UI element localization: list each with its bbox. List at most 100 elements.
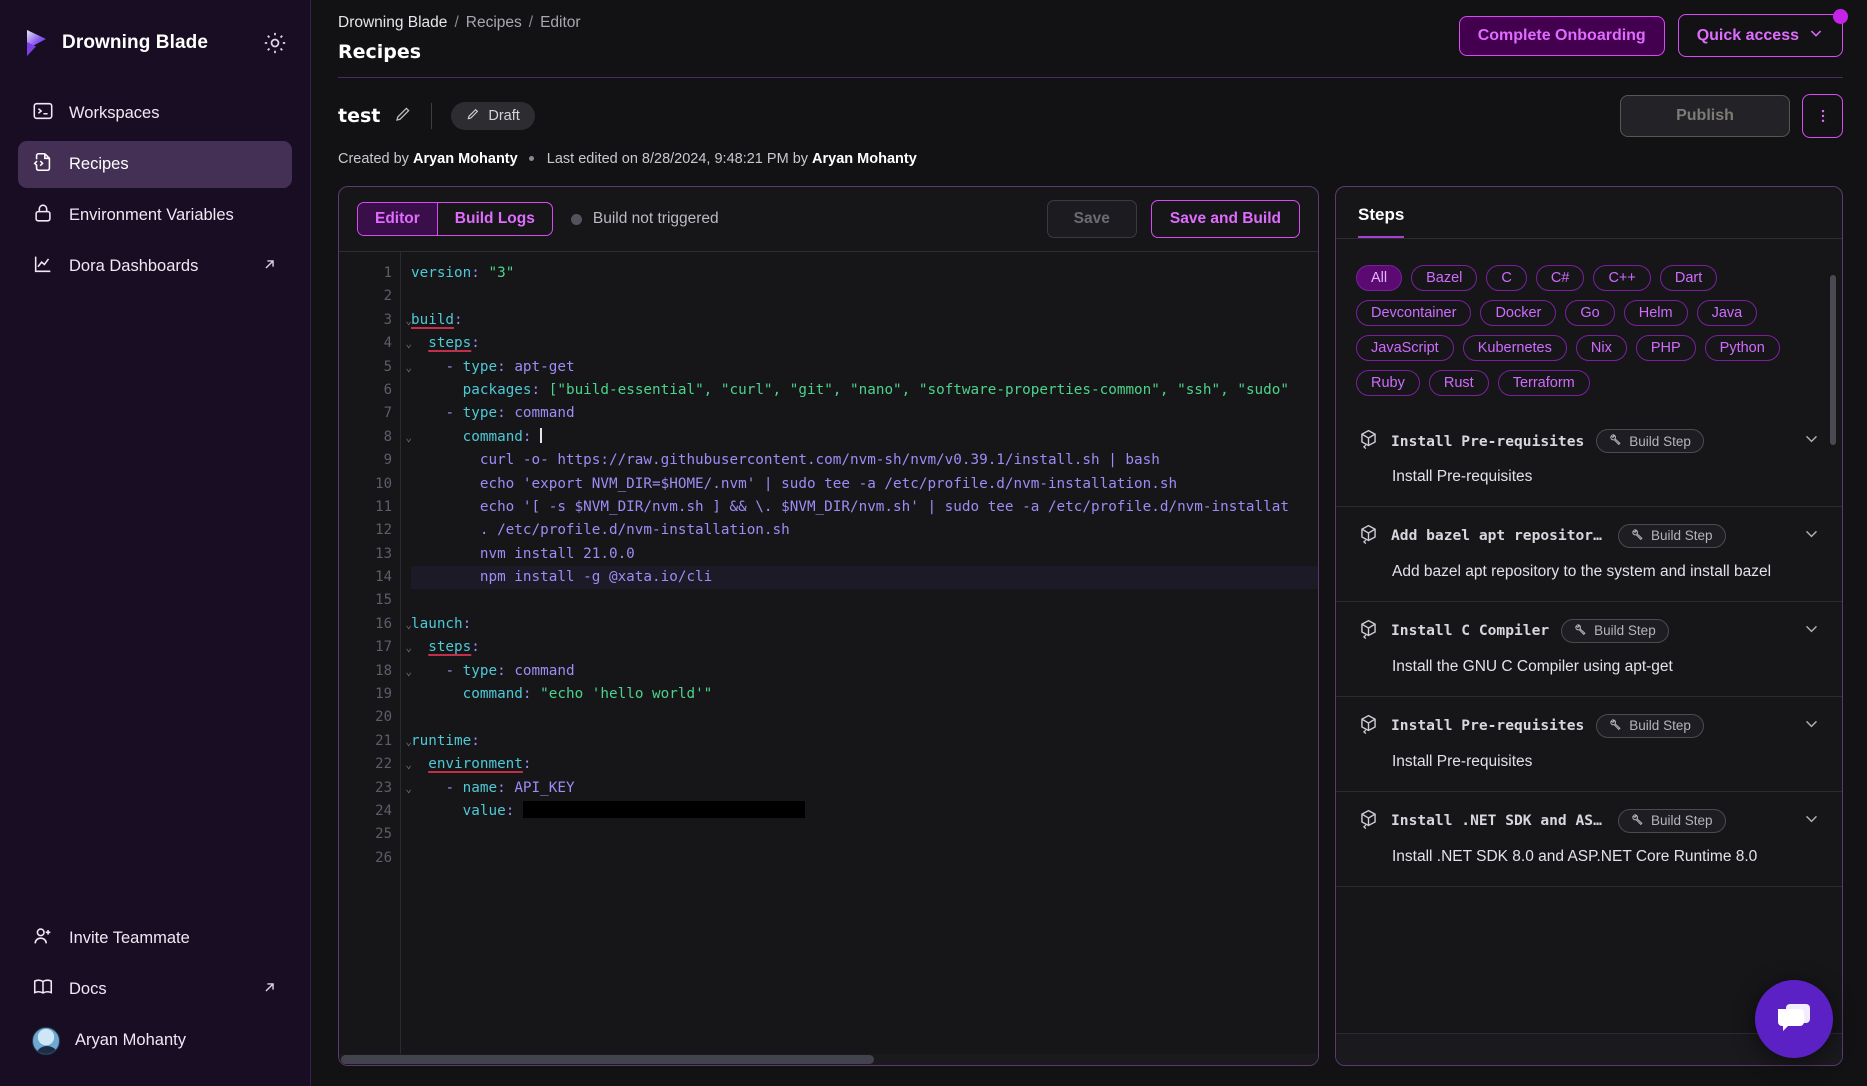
filter-tag[interactable]: Ruby: [1356, 370, 1420, 396]
build-step-badge: Build Step: [1618, 809, 1726, 833]
tab-editor[interactable]: Editor: [358, 203, 437, 235]
filter-tag[interactable]: C#: [1536, 265, 1585, 291]
filter-tag[interactable]: PHP: [1636, 335, 1696, 361]
code-line[interactable]: [411, 823, 1318, 846]
code-line[interactable]: [411, 706, 1318, 729]
filter-tag[interactable]: Helm: [1624, 300, 1688, 326]
publish-button[interactable]: Publish: [1620, 95, 1790, 137]
complete-onboarding-button[interactable]: Complete Onboarding: [1459, 16, 1665, 56]
filter-tag[interactable]: Devcontainer: [1356, 300, 1471, 326]
code-line[interactable]: packages: ["build-essential", "curl", "g…: [411, 379, 1318, 402]
code-line[interactable]: . /etc/profile.d/nvm-installation.sh: [411, 519, 1318, 542]
code-line[interactable]: [411, 285, 1318, 308]
code-editor[interactable]: 123⌄4⌄5⌄678⌄910111213141516⌄17⌄18⌄192021…: [339, 252, 1318, 1065]
step-list-item[interactable]: Install Pre-requisitesBuild StepInstall …: [1336, 412, 1842, 507]
filter-tag[interactable]: Bazel: [1411, 265, 1477, 291]
line-number: 15: [339, 589, 400, 612]
chevron-down-icon[interactable]: [1803, 525, 1820, 547]
gear-icon[interactable]: [262, 30, 288, 56]
chat-bubble-icon[interactable]: [1755, 980, 1833, 1058]
editor-horizontal-scrollbar[interactable]: [339, 1054, 1318, 1065]
code-line[interactable]: version: "3": [411, 262, 1318, 285]
steps-vertical-scrollbar[interactable]: [1830, 275, 1836, 445]
filter-tag[interactable]: Rust: [1429, 370, 1489, 396]
code-line[interactable]: npm install -g @xata.io/cli: [411, 566, 1318, 589]
right-rail: [1857, 0, 1867, 1086]
code-line[interactable]: - type: command: [411, 402, 1318, 425]
main-content: Drowning Blade / Recipes / Editor Recipe…: [311, 0, 1867, 1086]
filter-tag[interactable]: JavaScript: [1356, 335, 1454, 361]
sidebar-item-dora-dashboards[interactable]: Dora Dashboards: [18, 243, 292, 290]
filter-tag[interactable]: C++: [1593, 265, 1650, 291]
sidebar-item-label: Invite Teammate: [69, 929, 278, 948]
sidebar-item-environment-variables[interactable]: Environment Variables: [18, 192, 292, 239]
more-vertical-icon[interactable]: [1802, 94, 1843, 138]
sidebar-item-invite-teammate[interactable]: Invite Teammate: [18, 915, 292, 962]
code-line[interactable]: echo '[ -s $NVM_DIR/nvm.sh ] && \. $NVM_…: [411, 496, 1318, 519]
step-list-item[interactable]: Install .NET SDK and ASP…Build StepInsta…: [1336, 792, 1842, 887]
chevron-down-icon[interactable]: [1803, 715, 1820, 737]
filter-tag[interactable]: Kubernetes: [1463, 335, 1567, 361]
code-line[interactable]: nvm install 21.0.0: [411, 543, 1318, 566]
chevron-down-icon[interactable]: [1803, 810, 1820, 832]
code-line[interactable]: value:: [411, 800, 1318, 823]
app-root: Drowning Blade Workspaces: [0, 0, 1867, 1086]
meta-edited-by: Aryan Mohanty: [812, 151, 917, 167]
step-list-item[interactable]: Install Pre-requisitesBuild StepInstall …: [1336, 697, 1842, 792]
quick-access-button[interactable]: Quick access: [1678, 14, 1843, 57]
scrollbar-thumb[interactable]: [341, 1055, 874, 1064]
code-line[interactable]: [411, 847, 1318, 870]
code-line[interactable]: steps:: [411, 636, 1318, 659]
filter-tag[interactable]: Python: [1705, 335, 1780, 361]
code-line[interactable]: - name: API_KEY: [411, 777, 1318, 800]
save-and-build-button[interactable]: Save and Build: [1151, 200, 1300, 238]
recipe-meta: Created by Aryan Mohanty Last edited on …: [338, 151, 1843, 167]
meta-edited-time: 8/28/2024, 9:48:21 PM: [642, 151, 789, 167]
breadcrumb-item-2[interactable]: Editor: [540, 14, 581, 32]
filter-tag[interactable]: Docker: [1480, 300, 1556, 326]
code-line[interactable]: build:: [411, 309, 1318, 332]
build-step-badge: Build Step: [1561, 619, 1669, 643]
filter-tag[interactable]: C: [1486, 265, 1526, 291]
code-line[interactable]: environment:: [411, 753, 1318, 776]
notification-dot[interactable]: [1833, 9, 1848, 24]
filter-tag[interactable]: All: [1356, 265, 1402, 291]
editor-toolbar: Editor Build Logs Build not triggered Sa…: [339, 187, 1318, 252]
tab-build-logs[interactable]: Build Logs: [437, 203, 552, 235]
step-list-item[interactable]: Add bazel apt repository…Build StepAdd b…: [1336, 507, 1842, 602]
code-line[interactable]: command:: [411, 426, 1318, 449]
save-button[interactable]: Save: [1047, 200, 1137, 238]
code-line[interactable]: command: "echo 'hello world'": [411, 683, 1318, 706]
breadcrumb-item-1[interactable]: Recipes: [466, 14, 522, 32]
sidebar-item-recipes[interactable]: Recipes: [18, 141, 292, 188]
code-content[interactable]: version: "3" build: steps: - type: apt-g…: [401, 252, 1318, 1065]
external-link-icon: [261, 979, 278, 1001]
filter-tag[interactable]: Go: [1565, 300, 1614, 326]
code-line[interactable]: echo 'export NVM_DIR=$HOME/.nvm' | sudo …: [411, 473, 1318, 496]
code-line[interactable]: curl -o- https://raw.githubusercontent.c…: [411, 449, 1318, 472]
code-line[interactable]: launch:: [411, 613, 1318, 636]
sidebar-item-docs[interactable]: Docs: [18, 966, 292, 1013]
filter-tag[interactable]: Nix: [1576, 335, 1627, 361]
code-line[interactable]: - type: command: [411, 660, 1318, 683]
page-title: Recipes: [338, 41, 581, 63]
filter-tag[interactable]: Dart: [1660, 265, 1717, 291]
code-line[interactable]: runtime:: [411, 730, 1318, 753]
code-line[interactable]: steps:: [411, 332, 1318, 355]
breadcrumb-item-0[interactable]: Drowning Blade: [338, 14, 447, 32]
filter-tag[interactable]: Java: [1697, 300, 1758, 326]
filter-tag[interactable]: Terraform: [1498, 370, 1590, 396]
recipe-name: test: [338, 105, 380, 127]
sidebar-bottom: Invite Teammate Docs Aryan M: [0, 915, 310, 1086]
sidebar-user[interactable]: Aryan Mohanty: [18, 1017, 292, 1064]
code-line[interactable]: - type: apt-get: [411, 356, 1318, 379]
pencil-icon[interactable]: [394, 105, 412, 128]
sidebar-item-workspaces[interactable]: Workspaces: [18, 90, 292, 137]
chevron-down-icon[interactable]: [1803, 620, 1820, 642]
editor-panel: Editor Build Logs Build not triggered Sa…: [338, 186, 1319, 1066]
box-arrow-icon: [1358, 428, 1379, 454]
line-number: 23⌄: [339, 777, 400, 800]
code-line[interactable]: [411, 589, 1318, 612]
step-list-item[interactable]: Install C CompilerBuild StepInstall the …: [1336, 602, 1842, 697]
chevron-down-icon[interactable]: [1803, 430, 1820, 452]
